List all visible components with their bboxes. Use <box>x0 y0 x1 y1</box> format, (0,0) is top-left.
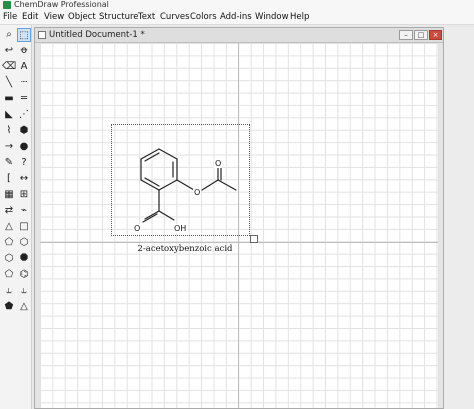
drawing-canvas[interactable]: O O O OH 2-acetoxybenzoic acid <box>40 43 438 408</box>
menu-colors[interactable]: Colors <box>190 10 217 24</box>
chemical-symbol-icon[interactable]: ⇄ <box>2 204 16 218</box>
app-title: ChemDraw Professional <box>14 0 109 9</box>
atom-acid-oxygen[interactable]: O <box>133 224 142 233</box>
workspace-right-margin <box>444 27 474 409</box>
bond <box>158 148 178 160</box>
menu-curves[interactable]: Curves <box>160 10 190 24</box>
menu-edit[interactable]: Edit <box>22 10 38 24</box>
query-tool-icon[interactable]: ? <box>17 156 31 170</box>
bond <box>144 177 160 187</box>
multiple-bond-icon[interactable]: ═ <box>17 92 31 106</box>
hexagon-ring-icon[interactable]: ⬡ <box>17 236 31 250</box>
menu-structure[interactable]: Structure <box>99 10 139 24</box>
bond <box>158 210 175 221</box>
tlc-plate-icon[interactable]: ⊞ <box>17 188 31 202</box>
document-icon <box>38 31 46 39</box>
menu-bar: File Edit View Object Structure Text Cur… <box>0 10 474 25</box>
document-window: Untitled Document-1 * – □ × O O O OH 2-a… <box>34 27 444 409</box>
molecule-name-label[interactable]: 2-acetoxybenzoic acid <box>110 244 260 254</box>
eraser-icon[interactable]: ⌫ <box>2 60 16 74</box>
orbital-icon[interactable]: ● <box>17 140 31 154</box>
chemdraw-app-icon <box>3 1 11 9</box>
document-title-bar[interactable]: Untitled Document-1 * – □ × <box>35 28 443 43</box>
bond <box>201 179 219 191</box>
triangle-ring-icon[interactable]: △ <box>2 220 16 234</box>
chair-cyclohexane-icon[interactable]: ⥿ <box>2 284 16 298</box>
bond <box>176 179 195 191</box>
template-icon[interactable]: ⬢ <box>17 124 31 138</box>
text-tool-icon[interactable]: A <box>17 60 31 74</box>
menu-text[interactable]: Text <box>138 10 155 24</box>
atom-map-icon[interactable]: ↔ <box>17 172 31 186</box>
lasso-icon[interactable]: ⌕ <box>2 28 16 42</box>
acyclic-chain-icon[interactable]: ⌁ <box>17 204 31 218</box>
pentagon-ring-icon[interactable]: ⬠ <box>2 236 16 250</box>
atom-ester-oxygen[interactable]: O <box>193 188 202 197</box>
minimize-button[interactable]: – <box>399 30 413 40</box>
app-title-bar: ChemDraw Professional <box>0 0 474 10</box>
bond <box>144 152 160 162</box>
heptagon-ring-icon[interactable]: ⬡ <box>2 252 16 266</box>
mass-fragmentation-icon[interactable]: ꝋ <box>17 44 31 58</box>
menu-window[interactable]: Window <box>255 10 289 24</box>
menu-add-ins[interactable]: Add-ins <box>220 10 252 24</box>
menu-object[interactable]: Object <box>68 10 96 24</box>
bond <box>217 179 237 191</box>
cyclopropane-icon[interactable]: △ <box>17 300 31 314</box>
maximize-button[interactable]: □ <box>414 30 428 40</box>
bold-bond-icon[interactable]: ▬ <box>2 92 16 106</box>
structure-perspective-icon[interactable]: ↩ <box>2 44 16 58</box>
table-tool-icon[interactable]: ▦ <box>2 188 16 202</box>
resize-handle[interactable] <box>250 235 258 243</box>
bond <box>144 210 160 220</box>
bond <box>158 179 178 191</box>
bracket-tool-icon[interactable]: [ <box>2 172 16 186</box>
molecule-structure[interactable] <box>40 43 438 408</box>
close-button[interactable]: × <box>429 30 442 40</box>
menu-file[interactable]: File <box>3 10 17 24</box>
bond <box>142 213 158 223</box>
menu-view[interactable]: View <box>44 10 64 24</box>
document-title: Untitled Document-1 * <box>49 30 145 40</box>
atom-carbonyl-oxygen[interactable]: O <box>214 159 223 168</box>
octagon-ring-icon[interactable]: ⯃ <box>17 252 31 266</box>
chain-tool-icon[interactable]: ⌇ <box>2 124 16 138</box>
hashed-wedge-bond-icon[interactable]: ⋰ <box>17 108 31 122</box>
chair-cyclohexane-alt-icon[interactable]: ⥿ <box>17 284 31 298</box>
solid-bond-icon[interactable]: ╲ <box>2 76 16 90</box>
tool-palette: ⌕ ⬚ ↩ ꝋ ⌫ A ╲ ┈ ▬ ═ ◣ ⋰ ⌇ ⬢ → ● ✎?[↔ ▦ ⊞ ⇄ ⌁ △ □ ⬠ ⬡ ⬡ ⯃ ⬠ ⌬ ⥿ ⥿ ⬟ △ <box>0 25 32 409</box>
atom-hydroxyl[interactable]: OH <box>173 224 188 233</box>
marquee-select-icon[interactable]: ⬚ <box>17 28 31 42</box>
arrow-tool-icon[interactable]: → <box>2 140 16 154</box>
cyclopentadiene-icon[interactable]: ⬠ <box>2 268 16 282</box>
wedge-bond-icon[interactable]: ◣ <box>2 108 16 122</box>
benzene-ring-icon[interactable]: ⌬ <box>17 268 31 282</box>
dashed-bond-icon[interactable]: ┈ <box>17 76 31 90</box>
menu-help[interactable]: Help <box>290 10 309 24</box>
square-ring-icon[interactable]: □ <box>17 220 31 234</box>
pen-tool-icon[interactable]: ✎ <box>2 156 16 170</box>
pentagon-ring-icon[interactable]: ⬟ <box>2 300 16 314</box>
